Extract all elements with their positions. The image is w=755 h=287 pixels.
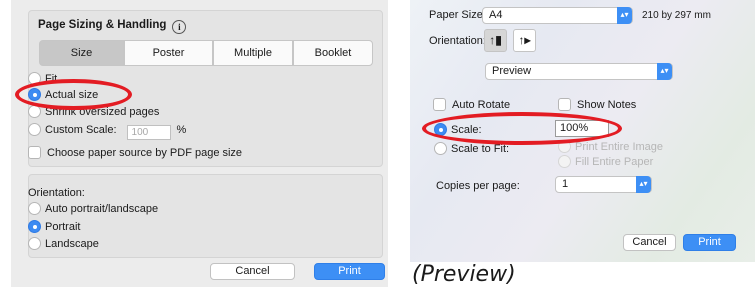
scale-to-fit-label: Scale to Fit:	[451, 143, 510, 155]
tab-multiple[interactable]: Multiple	[213, 40, 293, 66]
landscape-page-icon: ↑▸	[518, 33, 531, 47]
tab-size[interactable]: Size	[39, 40, 124, 66]
preview-print-button[interactable]: Print	[683, 234, 736, 251]
tab-booklet[interactable]: Booklet	[293, 40, 373, 66]
custom-scale-input[interactable]: 100	[126, 125, 171, 140]
show-notes-checkbox[interactable]	[558, 98, 571, 111]
paper-size-popup[interactable]: A4 ▴▾	[482, 7, 633, 24]
info-icon[interactable]: i	[172, 20, 187, 34]
portrait-radio[interactable]	[28, 220, 41, 233]
fill-entire-paper-label: Fill Entire Paper	[575, 156, 654, 168]
landscape-orientation-button[interactable]: ↑▸	[513, 29, 536, 52]
custom-scale-radio[interactable]	[28, 123, 41, 136]
chevron-updown-icon: ▴▾	[617, 7, 632, 24]
app-options-value: Preview	[492, 65, 532, 77]
custom-scale-label: Custom Scale:	[45, 124, 117, 136]
chevron-updown-icon: ▴▾	[636, 176, 651, 193]
portrait-orientation-button[interactable]: ↑▮	[484, 29, 507, 52]
auto-rotate-label: Auto Rotate	[452, 99, 511, 111]
show-notes-label: Show Notes	[577, 99, 637, 111]
preview-cancel-button[interactable]: Cancel	[623, 234, 676, 251]
chevron-updown-icon: ▴▾	[657, 63, 672, 80]
tab-poster[interactable]: Poster	[124, 40, 213, 66]
cancel-button[interactable]: Cancel	[210, 263, 295, 280]
annotation-ellipse	[15, 79, 132, 110]
orientation-label-right: Orientation:	[429, 35, 486, 47]
fill-entire-paper-option[interactable]: Fill Entire Paper	[558, 154, 653, 172]
print-entire-image-label: Print Entire Image	[575, 141, 664, 153]
auto-rotate-checkbox[interactable]	[433, 98, 446, 111]
preview-print-dialog: Paper Size: A4 ▴▾ 210 by 297 mm Orientat…	[410, 0, 755, 262]
app-options-popup[interactable]: Preview ▴▾	[485, 63, 673, 80]
auto-orientation-radio[interactable]	[28, 202, 41, 215]
scale-to-fit-radio[interactable]	[434, 142, 447, 155]
page-sizing-title: Page Sizing & Handling	[38, 19, 167, 31]
preview-caption: (Preview)	[412, 262, 516, 287]
landscape-option[interactable]: Landscape	[28, 236, 99, 254]
paper-source-label: Choose paper source by PDF page size	[47, 147, 243, 159]
annotation-ellipse-right	[422, 112, 622, 145]
paper-source-checkbox[interactable]	[28, 146, 41, 159]
auto-orientation-label: Auto portrait/landscape	[45, 203, 159, 215]
paper-size-label: Paper Size:	[429, 9, 486, 21]
landscape-label: Landscape	[45, 238, 99, 250]
portrait-option[interactable]: Portrait	[28, 219, 80, 237]
acrobat-print-dialog: Page Sizing & Handling i Size Poster Mult…	[11, 0, 388, 287]
portrait-page-icon: ↑▮	[489, 33, 502, 47]
show-notes-option[interactable]: Show Notes	[558, 97, 636, 115]
custom-scale-option[interactable]: Custom Scale: 100%	[28, 122, 186, 140]
paper-size-dimensions: 210 by 297 mm	[642, 10, 711, 21]
page-sizing-header: Page Sizing & Handling i	[38, 19, 187, 34]
paper-source-option[interactable]: Choose paper source by PDF page size	[28, 145, 242, 163]
print-button[interactable]: Print	[314, 263, 385, 280]
custom-scale-percent: %	[176, 124, 187, 136]
auto-orientation-option[interactable]: Auto portrait/landscape	[28, 201, 158, 219]
copies-per-page-label: Copies per page:	[436, 180, 520, 192]
paper-size-value: A4	[489, 9, 503, 21]
portrait-label: Portrait	[45, 221, 81, 233]
landscape-radio[interactable]	[28, 237, 41, 250]
copies-per-page-value: 1	[562, 178, 569, 190]
copies-per-page-popup[interactable]: 1 ▴▾	[555, 176, 652, 193]
fill-entire-paper-radio[interactable]	[558, 155, 571, 168]
